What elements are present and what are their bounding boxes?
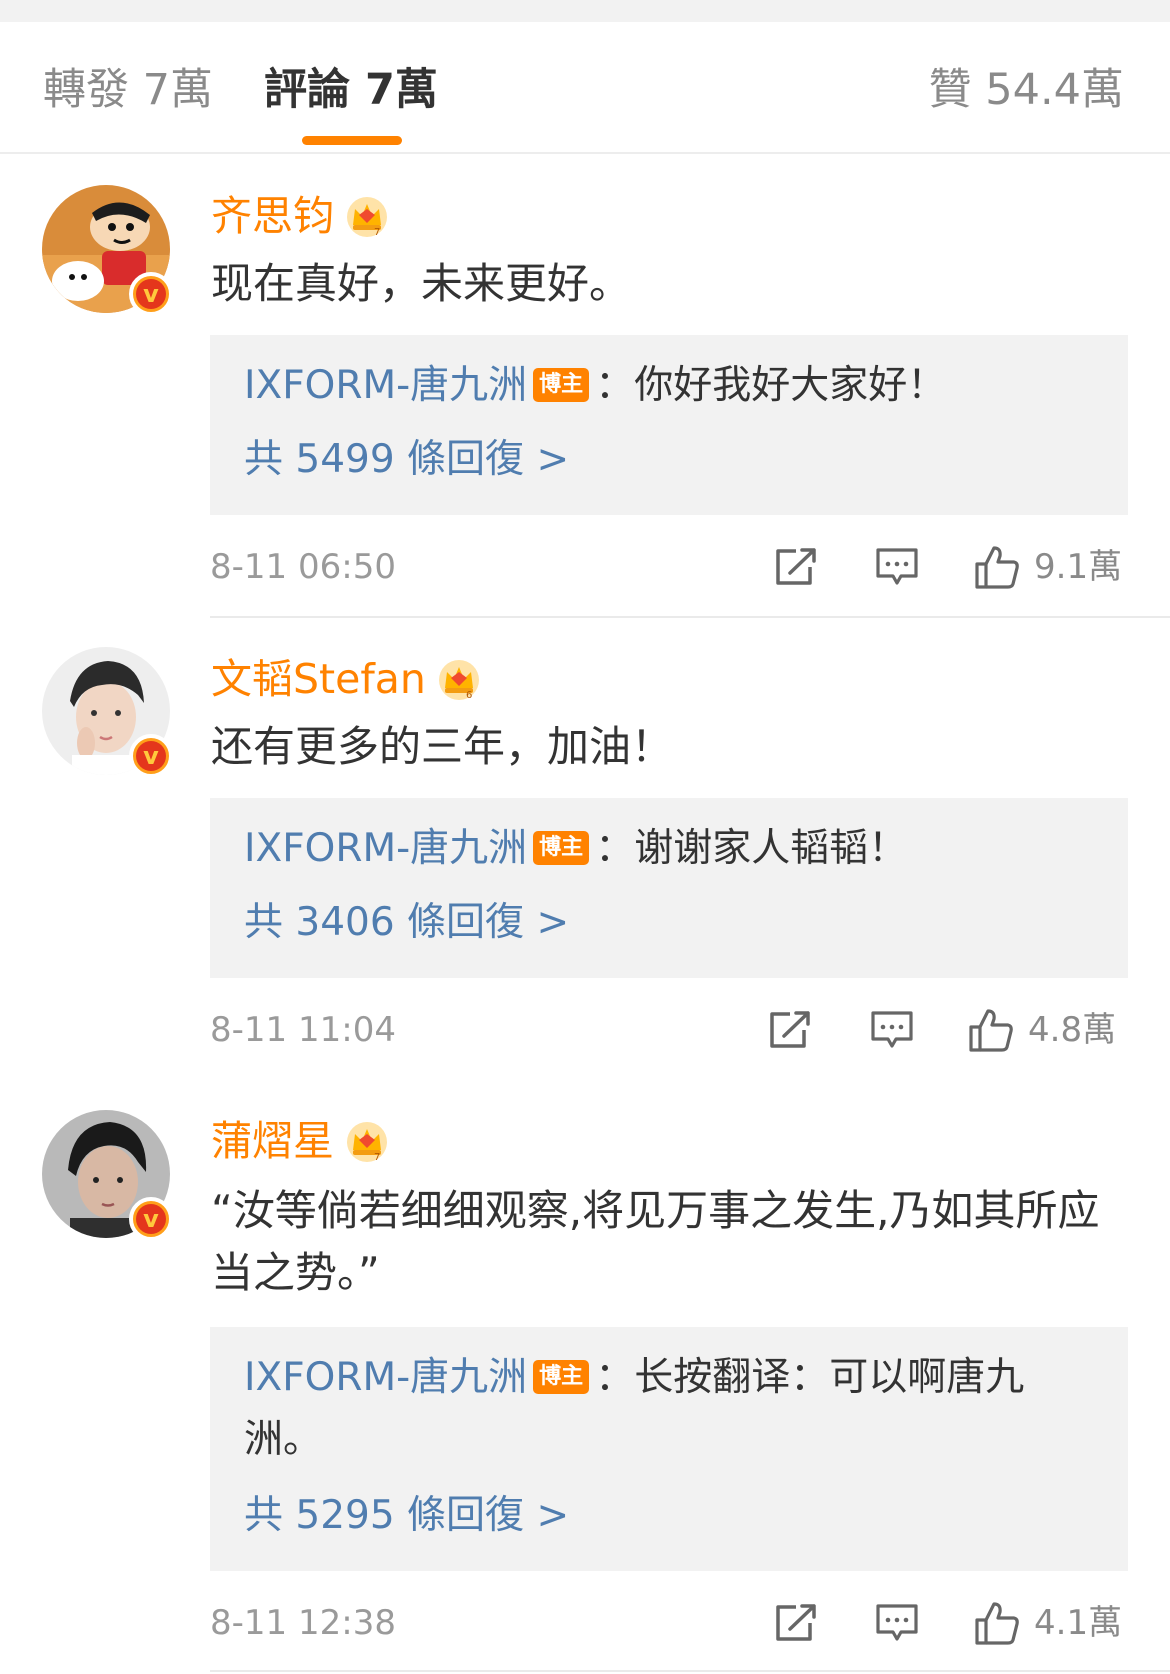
reply-button[interactable] (875, 542, 919, 592)
like-count: 9.1萬 (1034, 547, 1123, 587)
svg-text:7: 7 (374, 227, 380, 238)
author-name[interactable]: 蒲熠星 (211, 1113, 334, 1169)
reply-author[interactable]: IXFORM-唐九洲 (244, 826, 527, 871)
comment-author[interactable]: 齐思钧 7 (211, 188, 390, 244)
tab-reposts[interactable]: 轉發 7萬 (43, 62, 213, 118)
svg-text:7: 7 (374, 1152, 380, 1163)
like-count: 4.1萬 (1034, 1603, 1123, 1643)
like-count: 4.8萬 (1028, 1010, 1117, 1050)
verified-v-icon: v (129, 734, 173, 778)
thumbs-up-icon (975, 546, 1019, 589)
reply-button[interactable] (870, 1005, 914, 1055)
reply-button[interactable] (875, 1598, 919, 1648)
share-icon (770, 1011, 810, 1048)
share-button[interactable] (774, 1598, 818, 1648)
share-icon (776, 548, 816, 585)
comment-divider (210, 1670, 1170, 1672)
reply-icon (876, 1604, 918, 1641)
reply-count-link[interactable]: 共 3406 條回復 > (244, 896, 569, 950)
comment-divider (210, 616, 1170, 618)
crown-icon: 7 (347, 197, 387, 238)
reply-preview[interactable]: IXFORM-唐九洲 博主 ：谢谢家人韬韬！ 共 3406 條回復 > (210, 798, 1128, 978)
comment-text: 现在真好，未来更好。 (211, 259, 632, 308)
reply-line: IXFORM-唐九洲 博主 ：长按翻译：可以啊唐九洲。 (244, 1347, 1094, 1471)
share-button[interactable] (768, 1005, 812, 1055)
comment-meta: 8-11 12:38 4.1萬 (210, 1598, 1128, 1648)
reply-icon (876, 548, 918, 585)
reply-author[interactable]: IXFORM-唐九洲 (244, 363, 527, 408)
tab-likes[interactable]: 贊 54.4萬 (929, 62, 1124, 118)
like-button[interactable]: 4.1萬 (974, 1598, 1122, 1648)
reply-preview[interactable]: IXFORM-唐九洲 博主 ：长按翻译：可以啊唐九洲。 共 5295 條回復 > (210, 1327, 1128, 1571)
avatar[interactable]: v (42, 185, 173, 316)
reply-text: ：谢谢家人韬韬！ (595, 826, 908, 871)
tab-bar: 轉發 7萬 評論 7萬 贊 54.4萬 (0, 22, 1170, 154)
reply-count-link[interactable]: 共 5295 條回復 > (244, 1489, 569, 1543)
timestamp: 8-11 12:38 (210, 1603, 396, 1643)
active-tab-indicator (302, 136, 402, 145)
op-tag: 博主 (533, 830, 590, 865)
tab-comments[interactable]: 評論 7萬 (264, 62, 438, 118)
reply-line: IXFORM-唐九洲 博主 ：谢谢家人韬韬！ (244, 818, 1094, 880)
author-name[interactable]: 文韬Stefan (211, 651, 426, 707)
comment-author[interactable]: 蒲熠星 7 (211, 1113, 390, 1169)
verified-v-icon: v (129, 1197, 173, 1241)
comment-meta: 8-11 11:04 4.8萬 (210, 1005, 1128, 1055)
avatar[interactable]: v (42, 1110, 173, 1241)
reply-text: ：你好我好大家好！ (595, 363, 947, 408)
author-name[interactable]: 齐思钧 (211, 188, 334, 244)
reply-icon (871, 1011, 913, 1048)
share-icon (776, 1604, 816, 1641)
status-strip (0, 0, 1170, 22)
like-button[interactable]: 4.8萬 (968, 1005, 1116, 1055)
svg-text:6: 6 (466, 690, 472, 701)
reply-count-link[interactable]: 共 5499 條回復 > (244, 433, 569, 487)
op-tag: 博主 (533, 367, 590, 402)
thumbs-up-icon (975, 1602, 1019, 1645)
like-button[interactable]: 9.1萬 (974, 542, 1122, 592)
reply-line: IXFORM-唐九洲 博主 ：你好我好大家好！ (244, 355, 1094, 417)
crown-icon: 6 (438, 660, 479, 701)
reply-preview[interactable]: IXFORM-唐九洲 博主 ：你好我好大家好！ 共 5499 條回復 > (210, 335, 1128, 515)
timestamp: 8-11 06:50 (210, 547, 396, 587)
comment-meta: 8-11 06:50 9.1萬 (210, 542, 1128, 592)
comment-text: 还有更多的三年，加油！ (211, 722, 674, 771)
thumbs-up-icon (969, 1009, 1013, 1052)
verified-v-icon: v (129, 272, 173, 316)
timestamp: 8-11 11:04 (210, 1010, 396, 1050)
share-button[interactable] (774, 542, 818, 592)
op-tag: 博主 (533, 1359, 590, 1394)
comment-author[interactable]: 文韬Stefan 6 (211, 651, 482, 707)
avatar[interactable]: v (42, 647, 173, 778)
crown-icon: 7 (347, 1122, 387, 1163)
reply-author[interactable]: IXFORM-唐九洲 (244, 1355, 527, 1400)
comment-text: “汝等倘若细细观察,将见万事之发生,乃如其所应当之势。” (211, 1186, 1100, 1297)
